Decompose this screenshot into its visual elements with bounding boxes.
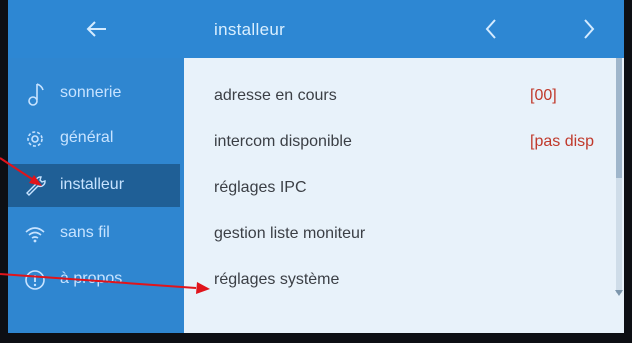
red-arrowhead-icon <box>196 282 210 294</box>
red-arrow-to-reglages-systeme <box>0 273 197 289</box>
annotation-layer <box>0 157 210 294</box>
red-arrow-to-installeur <box>0 157 33 180</box>
red-arrowhead-icon <box>29 175 42 186</box>
